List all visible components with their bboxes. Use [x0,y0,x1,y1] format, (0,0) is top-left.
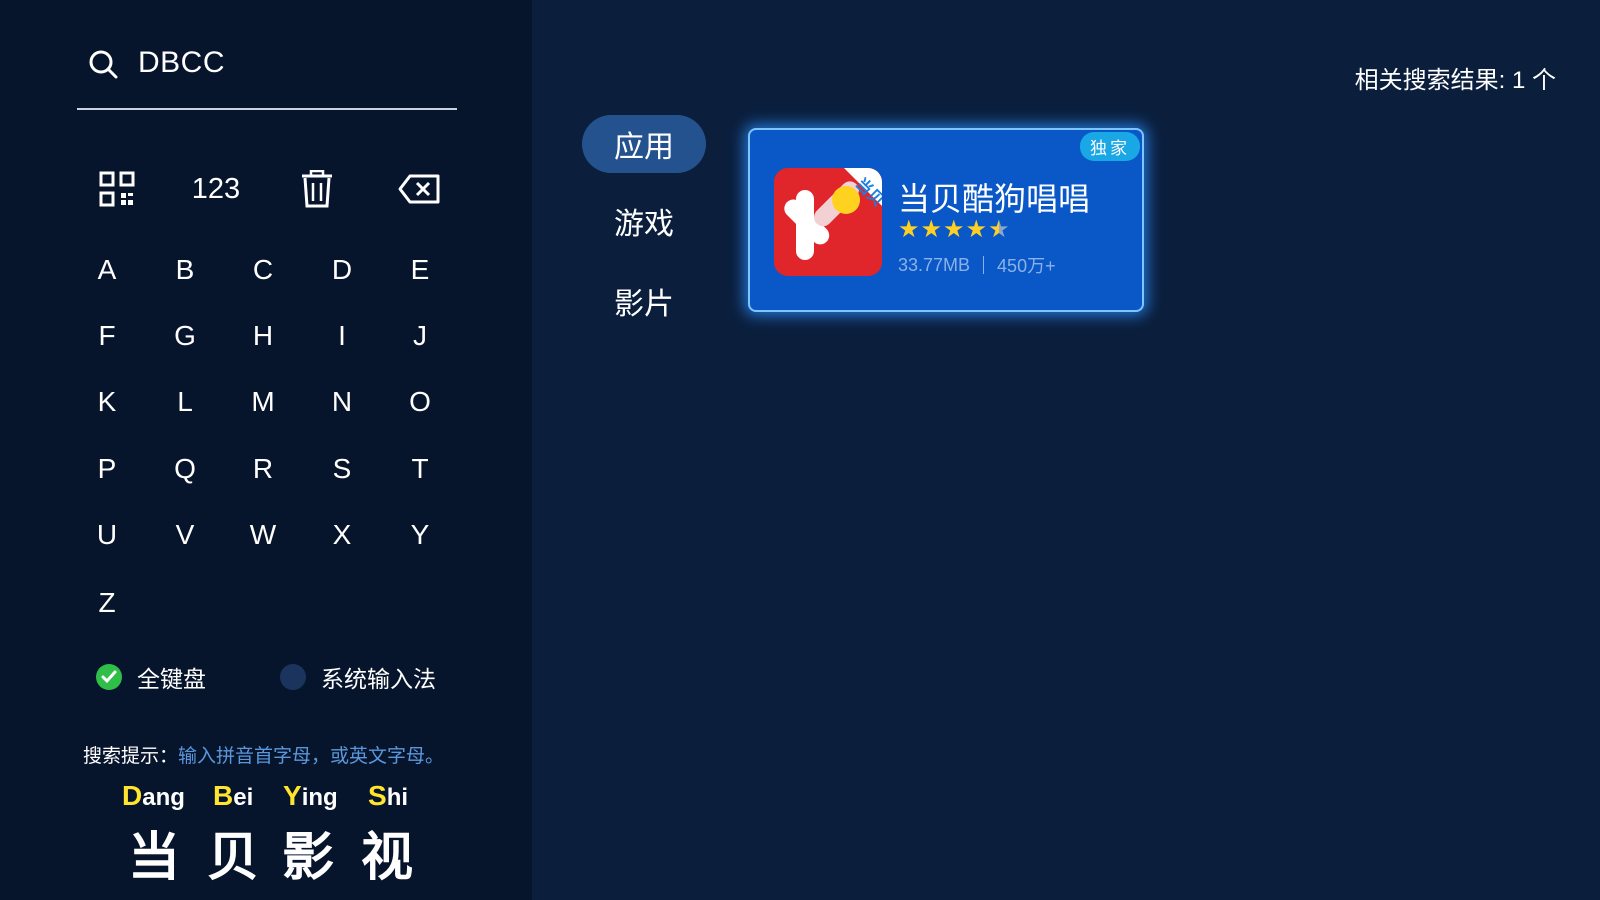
pinyin-bei: Bei [213,780,253,812]
key-f[interactable]: F [68,306,146,366]
radio-off-icon [280,664,306,690]
check-icon [96,664,122,690]
key-k[interactable]: K [68,372,146,432]
hanzi-bei: 贝 [207,828,260,888]
hint-text: 输入拼音首字母，或英文字母。 [178,746,445,767]
key-w[interactable]: W [224,505,302,565]
app-size: 33.77MB [898,254,971,275]
backspace-button[interactable] [379,166,459,212]
app-downloads: 450万+ [997,256,1056,276]
key-p[interactable]: P [68,439,146,499]
pinyin-initial: Y [283,780,302,811]
meta-divider [983,256,985,274]
key-r[interactable]: R [224,439,302,499]
pinyin-ying: Ying [283,780,338,812]
pinyin-dang: Dang [122,780,185,812]
function-keys: 123 [77,166,467,212]
qr-code-icon [99,171,135,207]
backspace-icon [398,174,440,204]
star-icon: ★ [898,216,920,243]
key-i[interactable]: I [303,306,381,366]
full-keyboard-label: 全键盘 [137,666,206,692]
pinyin-rest: ang [142,784,185,811]
star-icon: ★ [943,216,965,243]
key-b[interactable]: B [146,240,224,300]
star-icon: ★ [965,216,988,243]
half-star-icon: ★ [988,216,1010,243]
app-result-card[interactable]: 独家 当贝 当贝酷狗唱唱 ★ ★ ★ ★ ★ 33.77MB 450万+ [748,128,1144,312]
tab-games[interactable]: 游戏 [582,192,706,250]
pinyin-rest: ing [301,784,338,811]
key-q[interactable]: Q [146,439,224,499]
qr-code-button[interactable] [77,166,157,212]
pinyin-shi: Shi [368,780,408,812]
exclusive-badge: 独家 [1080,132,1140,161]
app-meta: 33.77MB 450万+ [898,252,1056,278]
search-query-text: DBCC [138,46,226,79]
full-keyboard-option[interactable]: 全键盘 [96,660,206,694]
key-e[interactable]: E [381,240,459,300]
key-x[interactable]: X [303,505,381,565]
key-m[interactable]: M [224,372,302,432]
clear-button[interactable] [277,166,357,212]
key-v[interactable]: V [146,505,224,565]
rating-stars: ★ ★ ★ ★ ★ [898,218,1011,242]
hanzi-dang: 当 [128,828,181,888]
key-a[interactable]: A [68,240,146,300]
trash-icon [302,170,332,208]
number-keyboard-button[interactable]: 123 [176,166,256,212]
key-c[interactable]: C [224,240,302,300]
hint-label: 搜索提示： [83,746,179,767]
hanzi-ying: 影 [282,828,335,888]
key-t[interactable]: T [381,439,459,499]
key-h[interactable]: H [224,306,302,366]
key-s[interactable]: S [303,439,381,499]
app-icon: 当贝 [774,168,882,276]
pinyin-initial: S [368,780,387,811]
key-n[interactable]: N [303,372,381,432]
tab-apps[interactable]: 应用 [582,115,706,173]
key-z[interactable]: Z [68,573,146,633]
search-input[interactable]: DBCC [77,40,457,110]
results-count: 相关搜索结果: 1 个 [1354,67,1556,94]
key-l[interactable]: L [146,372,224,432]
search-icon [89,50,118,79]
search-hint: 搜索提示：输入拼音首字母，或英文字母。 [83,741,444,768]
key-d[interactable]: D [303,240,381,300]
key-j[interactable]: J [381,306,459,366]
tab-movies[interactable]: 影片 [582,272,706,330]
key-g[interactable]: G [146,306,224,366]
hanzi-shi: 视 [361,828,414,888]
kugou-k-logo-icon: 当贝 [774,168,882,276]
pinyin-initial: D [122,780,143,811]
pinyin-initial: B [213,780,234,811]
key-o[interactable]: O [381,372,459,432]
key-y[interactable]: Y [381,505,459,565]
star-icon: ★ [920,216,943,243]
key-u[interactable]: U [68,505,146,565]
pinyin-rest: hi [386,784,409,811]
system-ime-option[interactable]: 系统输入法 [280,660,436,694]
app-name: 当贝酷狗唱唱 [898,181,1091,217]
system-ime-label: 系统输入法 [321,666,436,692]
pinyin-rest: ei [233,784,254,811]
search-keyboard-panel: DBCC 123 A B C D E F G H I J K L M N O P… [0,0,532,900]
